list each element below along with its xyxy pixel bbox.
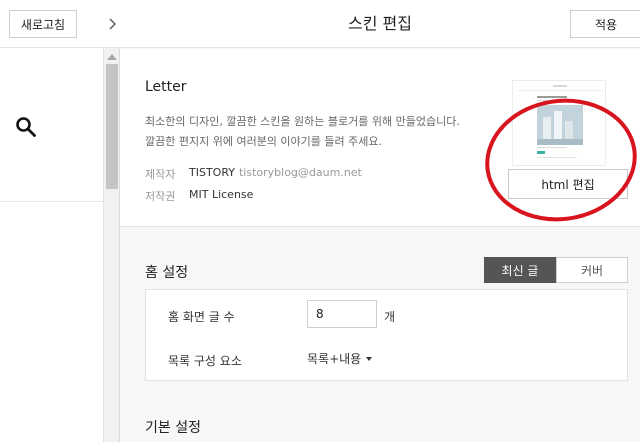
maker-email: tistoryblog@daum.net (238, 166, 362, 179)
skin-description: 최소한의 디자인, 깔끔한 스킨을 원하는 블로거를 위해 만들었습니다. 깔끔… (145, 112, 485, 152)
scroll-strip (104, 0, 120, 442)
skin-edit-panel: 스킨 편집 적용 Letter 최소한의 디자인, 깔끔한 스킨을 원하는 블로… (120, 0, 640, 442)
list-component-label: 목록 구성 요소 (168, 354, 242, 368)
maker-row: 제작자 TISTORY tistoryblog@daum.net (145, 166, 362, 182)
post-count-input[interactable] (307, 300, 377, 328)
maker-label: 제작자 (145, 168, 176, 181)
copyright-row: 저작권 MIT License (145, 188, 253, 204)
post-count-unit: 개 (384, 310, 396, 324)
home-type-tabs: 최신 글 커버 (484, 257, 628, 283)
red-circle-annotation (485, 98, 637, 222)
copyright-label: 저작권 (145, 190, 176, 203)
home-settings-box: 홈 화면 글 수 개 목록 구성 요소 목록+내용 (145, 289, 628, 381)
chevron-right-icon (109, 18, 116, 29)
copyright-value: MIT License (189, 188, 254, 201)
home-settings-title: 홈 설정 (145, 265, 189, 281)
preview-toolbar: 새로고침 (0, 0, 104, 48)
search-icon[interactable] (15, 116, 37, 138)
list-component-dropdown[interactable]: 목록+내용 (307, 350, 373, 367)
preview-pane: 새로고침 (0, 0, 104, 442)
scrollbar-thumb[interactable] (106, 64, 118, 189)
caret-down-icon (366, 356, 373, 361)
preview-divider (0, 201, 104, 202)
panel-header: 스킨 편집 적용 (120, 0, 640, 48)
post-count-label: 홈 화면 글 수 (168, 310, 235, 324)
list-component-value: 목록+내용 (307, 352, 362, 366)
tab-latest-posts[interactable]: 최신 글 (484, 257, 556, 283)
apply-button[interactable]: 적용 (570, 10, 640, 38)
tab-cover[interactable]: 커버 (556, 257, 628, 283)
skin-description-line: 최소한의 디자인, 깔끔한 스킨을 원하는 블로거를 위해 만들었습니다. (145, 115, 460, 128)
page-title: 스킨 편집 (348, 14, 412, 33)
skin-name: Letter (145, 79, 187, 95)
maker-name: TISTORY (189, 166, 235, 179)
basic-settings-title: 기본 설정 (145, 420, 201, 436)
refresh-button[interactable]: 새로고침 (9, 10, 77, 38)
collapse-panel-button[interactable] (104, 0, 120, 48)
scroll-up-arrow-icon[interactable] (107, 54, 117, 60)
skin-description-line: 깔끔한 편지지 위에 여러분의 이야기를 들려 주세요. (145, 135, 382, 148)
